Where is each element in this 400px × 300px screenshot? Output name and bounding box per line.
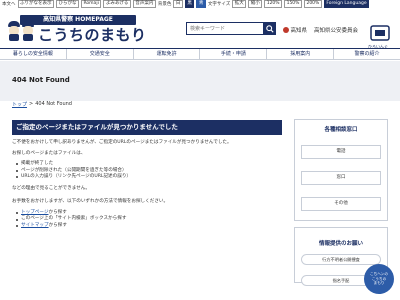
intro-text: ご不便をおかけして申し訳ありませんが、ご指定のURLのページまたはファイルが見つ…	[12, 140, 232, 145]
prefecture-emblem-icon	[283, 27, 289, 33]
breadcrumb: トップ > 404 Not Found	[12, 101, 72, 108]
global-nav: 暮らしの安全情報 交通安全 運転免許 手続・申請 採用案内 警察の紹介	[0, 48, 400, 60]
contrast-black-button[interactable]: 黒	[184, 0, 195, 8]
contrast-label: 背景色	[157, 2, 172, 7]
info-request-title: 情報提供のお願い	[318, 241, 363, 247]
nav-recruitment[interactable]: 採用案内	[267, 49, 335, 59]
read-aloud-button[interactable]: よみあげる	[103, 0, 131, 8]
breadcrumb-separator: >	[29, 101, 34, 107]
lost-found-icon[interactable]	[370, 23, 390, 43]
sidebar: 各種相談窓口 電話 窓口 その他 情報提供のお願い 行方不明者公開捜査 指名手配	[294, 119, 388, 286]
reasons-list: 掲載が終了した ページが削除された（公開期間を過ぎた等の場合） URLの入力誤り…	[16, 161, 282, 181]
consult-box: 各種相談窓口 電話 窓口 その他	[294, 119, 388, 221]
contrast-blue-button[interactable]: 青	[196, 0, 206, 8]
list-item: このページ上の「サイト内検索」ボックスから探す	[16, 216, 282, 223]
consult-other-button[interactable]: その他	[301, 197, 381, 211]
hiragana-button[interactable]: ひらがな	[56, 0, 79, 8]
missing-persons-link[interactable]: 行方不明者公開捜査	[301, 254, 381, 265]
nav-procedures[interactable]: 手続・申請	[200, 49, 268, 59]
voice-guide-button[interactable]: 音声案内	[132, 0, 156, 8]
public-safety-commission-link[interactable]: 高知県公安委員会	[314, 26, 358, 34]
zoom-150-button[interactable]: 150%	[284, 0, 302, 8]
foreign-language-button[interactable]: Foreign Language	[323, 0, 370, 8]
utility-bar: 本文へ ふりがなを表示 ひらがな Romaji よみあげる 音声案内 背景色 白…	[0, 0, 400, 8]
zoom-120-button[interactable]: 120%	[264, 0, 283, 8]
reasons-lead: お探しのページまたはファイルは、	[12, 151, 86, 156]
kochi-prefecture-link[interactable]: 高知県	[283, 26, 307, 34]
font-size-label: 文字サイズ	[207, 2, 231, 7]
list-item: 掲載が終了した	[16, 161, 282, 168]
mascot-float-button[interactable]: こちへンの こうちの まもり	[364, 264, 394, 294]
list-item: サイトマップから探す	[16, 223, 282, 230]
error-heading: ご指定のページまたはファイルが見つかりませんでした	[12, 120, 282, 135]
zoom-200-button[interactable]: 200%	[303, 0, 322, 8]
nav-safety-info[interactable]: 暮らしの安全情報	[0, 49, 67, 59]
main-content: ご指定のページまたはファイルが見つかりませんでした ご不便をおかけして申し訳あり…	[12, 119, 282, 230]
nav-drivers-license[interactable]: 運転免許	[134, 49, 201, 59]
top-page-link[interactable]: トップページ	[21, 210, 48, 215]
furigana-button[interactable]: ふりがなを表示	[17, 0, 54, 8]
mascot-left-icon	[8, 21, 20, 41]
consult-phone-button[interactable]: 電話	[301, 145, 381, 159]
nav-about-police[interactable]: 警察の紹介	[334, 49, 400, 59]
search-button[interactable]	[263, 22, 276, 35]
list-item: URLの入力誤り（リンク先ページのURL記述の誤り）	[16, 174, 282, 181]
apology-text: お手数をおかけしますが、以下のいずれかの方法で情報をお探しください。	[12, 198, 169, 204]
contrast-white-button[interactable]: 白	[173, 0, 183, 8]
search-icon	[265, 24, 274, 33]
font-shrink-button[interactable]: 縮小	[248, 0, 263, 8]
romaji-button[interactable]: Romaji	[81, 0, 102, 8]
options-list: トップページから探す このページ上の「サイト内検索」ボックスから探す サイトマッ…	[16, 210, 282, 230]
logo-title: こうちのまもり	[38, 26, 147, 44]
site-header: 高知県警察 HOMEPAGE こうちのまもり 高知県 高知県公安委員会 ひろいん…	[0, 9, 400, 49]
mascot-right-icon	[22, 21, 34, 41]
font-enlarge-button[interactable]: 拡大	[232, 0, 247, 8]
consult-counter-button[interactable]: 窓口	[301, 171, 381, 185]
reasons-tail: などの理由で見ることができません。	[12, 185, 90, 191]
sitemap-link[interactable]: サイトマップ	[21, 223, 49, 228]
consult-title: 各種相談窓口	[324, 127, 358, 133]
nav-traffic-safety[interactable]: 交通安全	[67, 49, 134, 59]
breadcrumb-current: 404 Not Found	[35, 101, 72, 107]
site-logo[interactable]: 高知県警察 HOMEPAGE こうちのまもり	[8, 15, 146, 44]
breadcrumb-home-link[interactable]: トップ	[12, 101, 27, 108]
page-title: 404 Not Found	[12, 76, 70, 84]
skip-to-content-link[interactable]: 本文へ	[2, 1, 16, 7]
